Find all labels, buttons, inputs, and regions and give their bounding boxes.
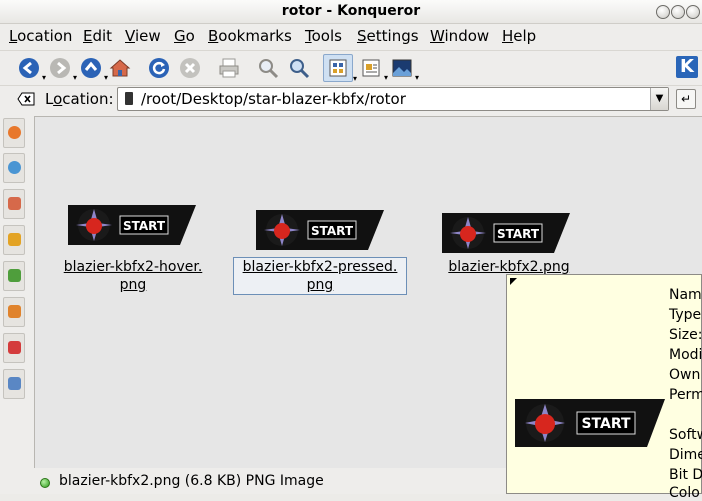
file-info-tooltip: Nam Type Size: Modi Own Perm Softw Dime … (506, 274, 702, 501)
menu-bar: Location Edit View Go Bookmarks Tools Se… (0, 24, 702, 48)
tooltip-field: Modi (669, 347, 702, 363)
menu-view[interactable]: View (125, 27, 161, 45)
status-text: blazier-kbfx2.png (6.8 KB) PNG Image (59, 473, 324, 489)
file-thumbnail[interactable]: START (442, 213, 570, 253)
menu-location[interactable]: Location (9, 27, 72, 45)
zoom-out-icon[interactable] (287, 56, 311, 80)
menu-tools[interactable]: Tools (305, 27, 342, 45)
tooltip-field: Dime (669, 447, 702, 463)
go-button[interactable]: ↵ (676, 89, 696, 109)
location-value: /root/Desktop/star-blazer-kbfx/rotor (141, 90, 406, 108)
devices-tab-icon[interactable] (3, 369, 25, 399)
print-icon[interactable] (217, 56, 241, 80)
location-history-dropdown[interactable]: ▼ (650, 88, 668, 110)
menu-window[interactable]: Window (430, 27, 489, 45)
image-view-icon[interactable]: ▾ (390, 56, 419, 82)
konqueror-window: rotor - Konqueror Location Edit View Go … (0, 0, 702, 501)
history-tab-icon[interactable] (3, 153, 25, 183)
info-list-view-icon[interactable]: ▾ (359, 56, 388, 82)
location-input[interactable]: /root/Desktop/star-blazer-kbfx/rotor ▼ (117, 87, 669, 111)
status-indicator-icon (40, 478, 50, 488)
main-toolbar: ▾ ▾ ▾ ▾ ▾ ▾ (0, 50, 702, 86)
tooltip-field: Own (669, 367, 701, 383)
network-tab-icon[interactable] (3, 261, 25, 291)
window-title: rotor - Konqueror (281, 3, 421, 19)
root-folder-tab-icon[interactable] (3, 297, 25, 327)
bookmarks-tab-icon[interactable] (3, 118, 25, 148)
file-name-label-selected[interactable]: blazier-kbfx2-pressed. png (233, 257, 407, 295)
tooltip-field: Size: (669, 327, 702, 343)
zoom-in-icon[interactable] (256, 56, 280, 80)
file-name-label[interactable]: blazier-kbfx2-hover. png (55, 258, 211, 294)
file-type-icon (125, 92, 133, 105)
status-bar: blazier-kbfx2.png (6.8 KB) PNG Image (34, 468, 702, 494)
menu-settings[interactable]: Settings (357, 27, 419, 45)
tooltip-corner (510, 278, 517, 285)
menu-bookmarks[interactable]: Bookmarks (208, 27, 292, 45)
close-button[interactable] (686, 5, 700, 19)
icon-view-icon[interactable]: ▾ (323, 54, 357, 83)
start-label: START (123, 219, 166, 233)
kde-logo-icon: K (676, 56, 698, 78)
location-label: Location: (45, 90, 114, 108)
reload-icon[interactable] (147, 56, 171, 80)
tooltip-field: Nam (669, 287, 702, 303)
menu-go[interactable]: Go (174, 27, 195, 45)
menu-edit[interactable]: Edit (83, 27, 112, 45)
forward-icon[interactable]: ▾ (48, 56, 77, 82)
start-label: START (497, 227, 540, 241)
file-thumbnail[interactable]: START (68, 205, 196, 245)
tooltip-preview-image: START (515, 399, 665, 447)
file-thumbnail[interactable]: START (256, 210, 384, 250)
menu-help[interactable]: Help (502, 27, 536, 45)
media-tab-icon[interactable] (3, 225, 25, 255)
tooltip-field: Perm (669, 387, 702, 403)
title-bar[interactable]: rotor - Konqueror (0, 0, 702, 24)
stop-icon[interactable] (178, 56, 202, 80)
minimize-button[interactable] (656, 5, 670, 19)
start-label: START (581, 416, 631, 432)
tooltip-field: Softw (669, 427, 702, 443)
start-label: START (311, 224, 354, 238)
home-folder-tab-icon[interactable] (3, 189, 25, 219)
navigation-panel-tabs (0, 116, 28, 494)
home-icon[interactable] (108, 56, 132, 80)
services-tab-icon[interactable] (3, 333, 25, 363)
maximize-button[interactable] (671, 5, 685, 19)
tooltip-field: Type (669, 307, 702, 323)
clear-location-icon[interactable] (17, 92, 35, 106)
back-icon[interactable]: ▾ (17, 56, 46, 82)
up-icon[interactable]: ▾ (79, 56, 108, 82)
